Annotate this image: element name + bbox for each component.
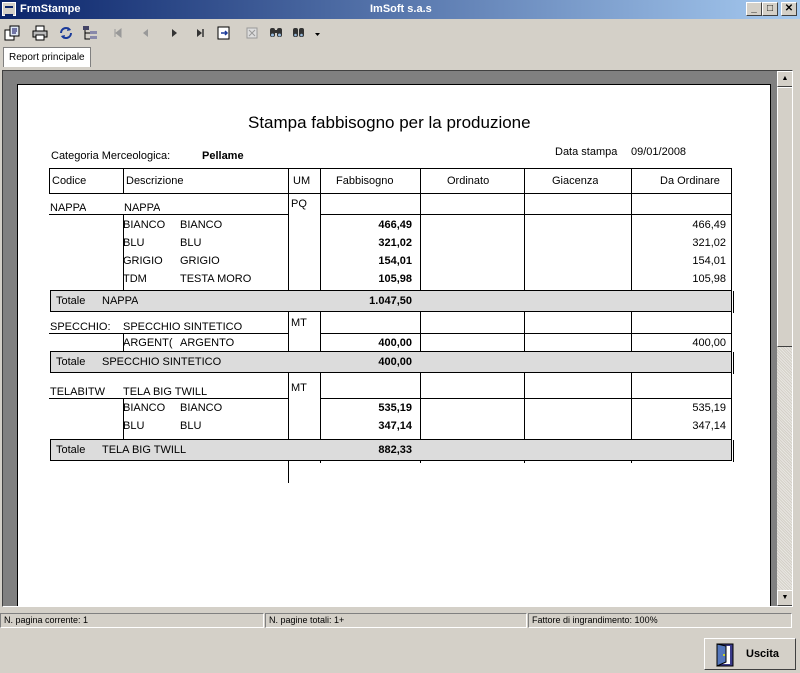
item-da-ordinare: 105,98: [692, 273, 726, 285]
item-code: BLU: [123, 237, 145, 249]
item-da-ordinare: 321,02: [692, 237, 726, 249]
scroll-thumb[interactable]: [777, 87, 792, 347]
total-name: NAPPA: [102, 295, 139, 307]
export-icon[interactable]: [4, 25, 20, 41]
total-label: Totale: [56, 295, 86, 307]
item-code: TDM: [123, 273, 147, 285]
item-description: GRIGIO: [180, 255, 220, 267]
tab-report-principale[interactable]: Report principale: [3, 47, 91, 67]
previous-page-icon[interactable]: [138, 25, 154, 41]
print-date-label: Data stampa: [555, 146, 618, 158]
item-fabbisogno: 321,02: [378, 237, 412, 249]
item-da-ordinare: 466,49: [692, 219, 726, 231]
scroll-up-button[interactable]: ▲: [777, 71, 792, 87]
group-code: TELABITW: [50, 386, 106, 398]
category-label: Categoria Merceologica:: [51, 150, 171, 162]
item-description: TESTA MORO: [180, 273, 252, 285]
header-codice: Codice: [52, 175, 87, 187]
header-descrizione: Descrizione: [126, 175, 184, 187]
vertical-scrollbar[interactable]: ▲ ▼: [777, 71, 792, 606]
total-value: 882,33: [378, 444, 412, 456]
item-description: BIANCO: [180, 219, 223, 231]
goto-page-icon[interactable]: [216, 25, 232, 41]
item-da-ordinare: 347,14: [692, 420, 726, 432]
item-fabbisogno: 400,00: [378, 337, 412, 349]
group-um: PQ: [291, 198, 307, 210]
refresh-icon[interactable]: [58, 25, 74, 41]
group-description: TELA BIG TWILL: [123, 386, 208, 398]
zoom-dropdown-arrow-icon[interactable]: [310, 25, 320, 41]
item-description: BLU: [180, 420, 202, 432]
item-da-ordinare: 535,19: [692, 402, 726, 414]
report-viewer: Stampa fabbisogno per la produzione Cate…: [2, 70, 793, 607]
item-code: BIANCO: [123, 402, 166, 414]
print-date-value: 09/01/2008: [631, 146, 687, 158]
stop-icon[interactable]: [244, 25, 260, 41]
last-page-icon[interactable]: [192, 25, 208, 41]
total-label: Totale: [56, 444, 86, 456]
total-name: SPECCHIO SINTETICO: [102, 356, 222, 368]
header-giacenza: Giacenza: [552, 175, 599, 187]
scroll-down-button[interactable]: ▼: [777, 590, 792, 606]
total-label: Totale: [56, 356, 86, 368]
group-description: NAPPA: [124, 202, 161, 214]
item-fabbisogno: 535,19: [378, 402, 412, 414]
group-description: SPECCHIO SINTETICO: [123, 321, 243, 333]
group-code: SPECCHIO:: [50, 321, 111, 333]
item-code: BLU: [123, 420, 145, 432]
report-page: Stampa fabbisogno per la produzione Cate…: [17, 84, 771, 606]
item-fabbisogno: 105,98: [378, 273, 412, 285]
item-fabbisogno: 466,49: [378, 219, 412, 231]
item-fabbisogno: 347,14: [378, 420, 412, 432]
exit-button-label: Uscita: [746, 648, 780, 660]
item-fabbisogno: 154,01: [378, 255, 412, 267]
group-code: NAPPA: [50, 202, 87, 214]
total-value: 400,00: [378, 356, 412, 368]
group-um: MT: [291, 382, 307, 394]
toolbar: [0, 21, 800, 45]
minimize-button[interactable]: _: [746, 2, 762, 16]
title-bar: FrmStampe ImSoft s.a.s _ □ ✕: [0, 0, 800, 19]
tree-icon[interactable]: [82, 25, 98, 41]
item-code: ARGENT(: [123, 337, 173, 349]
header-um: UM: [293, 175, 311, 187]
app-icon: [2, 2, 16, 16]
tab-strip: Report principale: [0, 46, 800, 70]
current-page-status: N. pagina corrente: 1: [0, 613, 264, 628]
total-pages-status: N. pagine totali: 1+: [265, 613, 527, 628]
header-fabbisogno: Fabbisogno: [336, 175, 394, 187]
item-description: ARGENTO: [180, 337, 235, 349]
item-description: BLU: [180, 237, 202, 249]
total-name: TELA BIG TWILL: [102, 444, 187, 456]
close-button[interactable]: ✕: [781, 2, 797, 16]
status-bar: N. pagina corrente: 1 N. pagine totali: …: [0, 613, 800, 629]
item-code: BIANCO: [123, 219, 166, 231]
group-um: MT: [291, 317, 307, 329]
header-ordinato: Ordinato: [447, 175, 490, 187]
report-title: Stampa fabbisogno per la produzione: [248, 113, 531, 132]
zoom-icon[interactable]: [292, 25, 308, 41]
window-title: FrmStampe: [20, 3, 81, 15]
total-value: 1.047,50: [369, 295, 412, 307]
window-center-title: ImSoft s.a.s: [370, 3, 432, 15]
zoom-status: Fattore di ingrandimento: 100%: [528, 613, 792, 628]
exit-door-icon: [714, 643, 738, 667]
category-value: Pellame: [202, 150, 244, 162]
item-da-ordinare: 154,01: [692, 255, 726, 267]
exit-button[interactable]: Uscita: [704, 638, 796, 670]
item-description: BIANCO: [180, 402, 223, 414]
next-page-icon[interactable]: [166, 25, 182, 41]
item-code: GRIGIO: [123, 255, 163, 267]
search-icon[interactable]: [268, 25, 284, 41]
item-da-ordinare: 400,00: [692, 337, 726, 349]
header-da-ordinare: Da Ordinare: [660, 175, 720, 187]
maximize-button[interactable]: □: [762, 2, 778, 16]
first-page-icon[interactable]: [110, 25, 126, 41]
print-icon[interactable]: [32, 25, 48, 41]
